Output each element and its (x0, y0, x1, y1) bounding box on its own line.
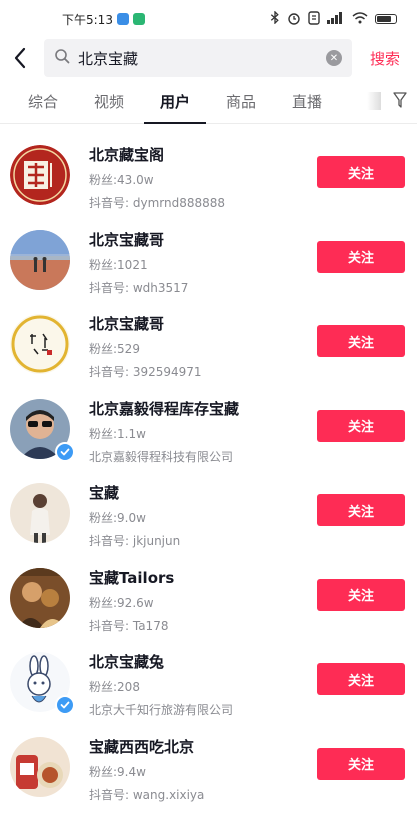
nfc-icon (308, 10, 320, 28)
user-info: 宝藏 粉丝:9.0w 抖音号: jkjunjun (89, 482, 314, 549)
search-result-tabs: 综合 视频 用户 商品 直播 (0, 80, 417, 124)
status-time: 下午5:13 (62, 12, 113, 27)
tab-comprehensive[interactable]: 综合 (28, 91, 58, 112)
user-followers: 粉丝:43.0w (89, 173, 154, 187)
battery-icon (375, 14, 397, 24)
follow-button[interactable]: 关注 (317, 663, 405, 695)
follow-button[interactable]: 关注 (317, 747, 405, 780)
verified-badge-icon (55, 695, 75, 715)
verified-badge-icon (55, 441, 75, 462)
user-account: 抖音号: wang.xixiya (89, 787, 205, 802)
search-bar-row: 北京宝藏 ✕ 搜索 (0, 38, 417, 78)
tab-products[interactable]: 商品 (226, 91, 256, 112)
user-info: 北京嘉毅得程库存宝藏 粉丝:1.1w 北京嘉毅得程科技有限公司 (89, 398, 314, 465)
user-account: 北京大千知行旅游有限公司 (89, 703, 234, 717)
user-followers: 粉丝:9.4w (89, 764, 146, 779)
user-followers: 粉丝:1021 (89, 257, 148, 272)
bluetooth-icon (270, 10, 280, 27)
signal-icon (327, 11, 345, 27)
user-account: 抖音号: 392594971 (89, 365, 202, 379)
user-name: 宝藏Tailors (89, 568, 175, 587)
alarm-icon (287, 11, 301, 28)
user-info: 北京宝藏哥 粉丝:1021 抖音号: wdh3517 (89, 229, 314, 296)
user-name: 北京宝藏哥 (89, 230, 165, 249)
user-followers: 粉丝:208 (89, 680, 140, 694)
notification-app-icon (116, 13, 129, 25)
user-results-list: 北京藏宝阁 粉丝:43.0w 抖音号: dymrnd888888 关注 北京宝藏… (0, 133, 417, 809)
status-bar-right (270, 10, 397, 28)
user-account: 北京嘉毅得程科技有限公司 (89, 449, 234, 464)
user-result-row[interactable]: 宝藏 粉丝:9.0w 抖音号: jkjunjun 关注 (0, 471, 417, 556)
search-icon (54, 48, 70, 68)
filter-icon[interactable] (393, 92, 407, 112)
avatar[interactable] (10, 736, 70, 797)
user-followers: 粉丝:1.1w (89, 426, 146, 441)
user-name: 宝藏 (89, 484, 120, 502)
clear-input-icon[interactable]: ✕ (326, 50, 342, 66)
user-name: 北京宝藏兔 (89, 653, 165, 671)
back-arrow-icon[interactable] (0, 47, 40, 69)
user-name: 北京藏宝阁 (89, 146, 165, 164)
avatar[interactable] (10, 229, 70, 290)
user-name: 北京嘉毅得程库存宝藏 (89, 399, 240, 418)
user-info: 宝藏Tailors 粉丝:92.6w 抖音号: Ta178 (89, 567, 314, 634)
user-info: 北京藏宝阁 粉丝:43.0w 抖音号: dymrnd888888 (89, 144, 314, 211)
follow-button[interactable]: 关注 (317, 494, 405, 526)
follow-button[interactable]: 关注 (317, 156, 405, 188)
tab-live[interactable]: 直播 (292, 91, 322, 112)
user-info: 北京宝藏兔 粉丝:208 北京大千知行旅游有限公司 (89, 651, 314, 718)
user-result-row[interactable]: 宝藏Tailors 粉丝:92.6w 抖音号: Ta178 关注 (0, 556, 417, 641)
user-info: 北京宝藏哥 粉丝:529 抖音号: 392594971 (89, 313, 314, 380)
user-name: 宝藏西西吃北京 (89, 737, 195, 756)
user-result-row[interactable]: 北京嘉毅得程库存宝藏 粉丝:1.1w 北京嘉毅得程科技有限公司 关注 (0, 387, 417, 472)
tab-videos[interactable]: 视频 (94, 91, 124, 112)
avatar[interactable] (10, 314, 70, 374)
follow-button[interactable]: 关注 (317, 325, 405, 357)
user-result-row[interactable]: 北京宝藏兔 粉丝:208 北京大千知行旅游有限公司 关注 (0, 640, 417, 725)
follow-button[interactable]: 关注 (317, 409, 405, 442)
search-query-text: 北京宝藏 (78, 49, 139, 68)
tab-users[interactable]: 用户 (143, 91, 207, 124)
user-followers: 粉丝:92.6w (89, 595, 154, 610)
user-account: 抖音号: jkjunjun (89, 534, 181, 548)
user-result-row[interactable]: 北京藏宝阁 粉丝:43.0w 抖音号: dymrnd888888 关注 (0, 133, 417, 218)
user-account: 抖音号: wdh3517 (89, 280, 189, 295)
user-name: 北京宝藏哥 (89, 315, 165, 333)
avatar[interactable] (10, 483, 70, 543)
user-info: 宝藏西西吃北京 粉丝:9.4w 抖音号: wang.xixiya (89, 736, 314, 803)
status-bar: 下午5:13 (0, 0, 417, 38)
user-result-row[interactable]: 宝藏西西吃北京 粉丝:9.4w 抖音号: wang.xixiya 关注 (0, 725, 417, 810)
search-input[interactable]: 北京宝藏 ✕ (44, 39, 352, 77)
follow-button[interactable]: 关注 (317, 578, 405, 611)
user-account: 抖音号: Ta178 (89, 618, 169, 633)
user-result-row[interactable]: 北京宝藏哥 粉丝:529 抖音号: 392594971 关注 (0, 302, 417, 387)
search-submit-button[interactable]: 搜索 (370, 48, 400, 69)
tab-overflow-fade (367, 92, 381, 110)
user-account: 抖音号: dymrnd888888 (89, 196, 226, 210)
notification-app-icon (132, 13, 145, 25)
user-followers: 粉丝:529 (89, 342, 140, 356)
avatar[interactable] (10, 145, 70, 205)
status-bar-left: 下午5:13 (62, 11, 145, 28)
avatar[interactable] (10, 567, 70, 628)
user-followers: 粉丝:9.0w (89, 511, 146, 525)
follow-button[interactable]: 关注 (317, 240, 405, 273)
user-result-row[interactable]: 北京宝藏哥 粉丝:1021 抖音号: wdh3517 关注 (0, 218, 417, 303)
wifi-icon (352, 11, 368, 27)
